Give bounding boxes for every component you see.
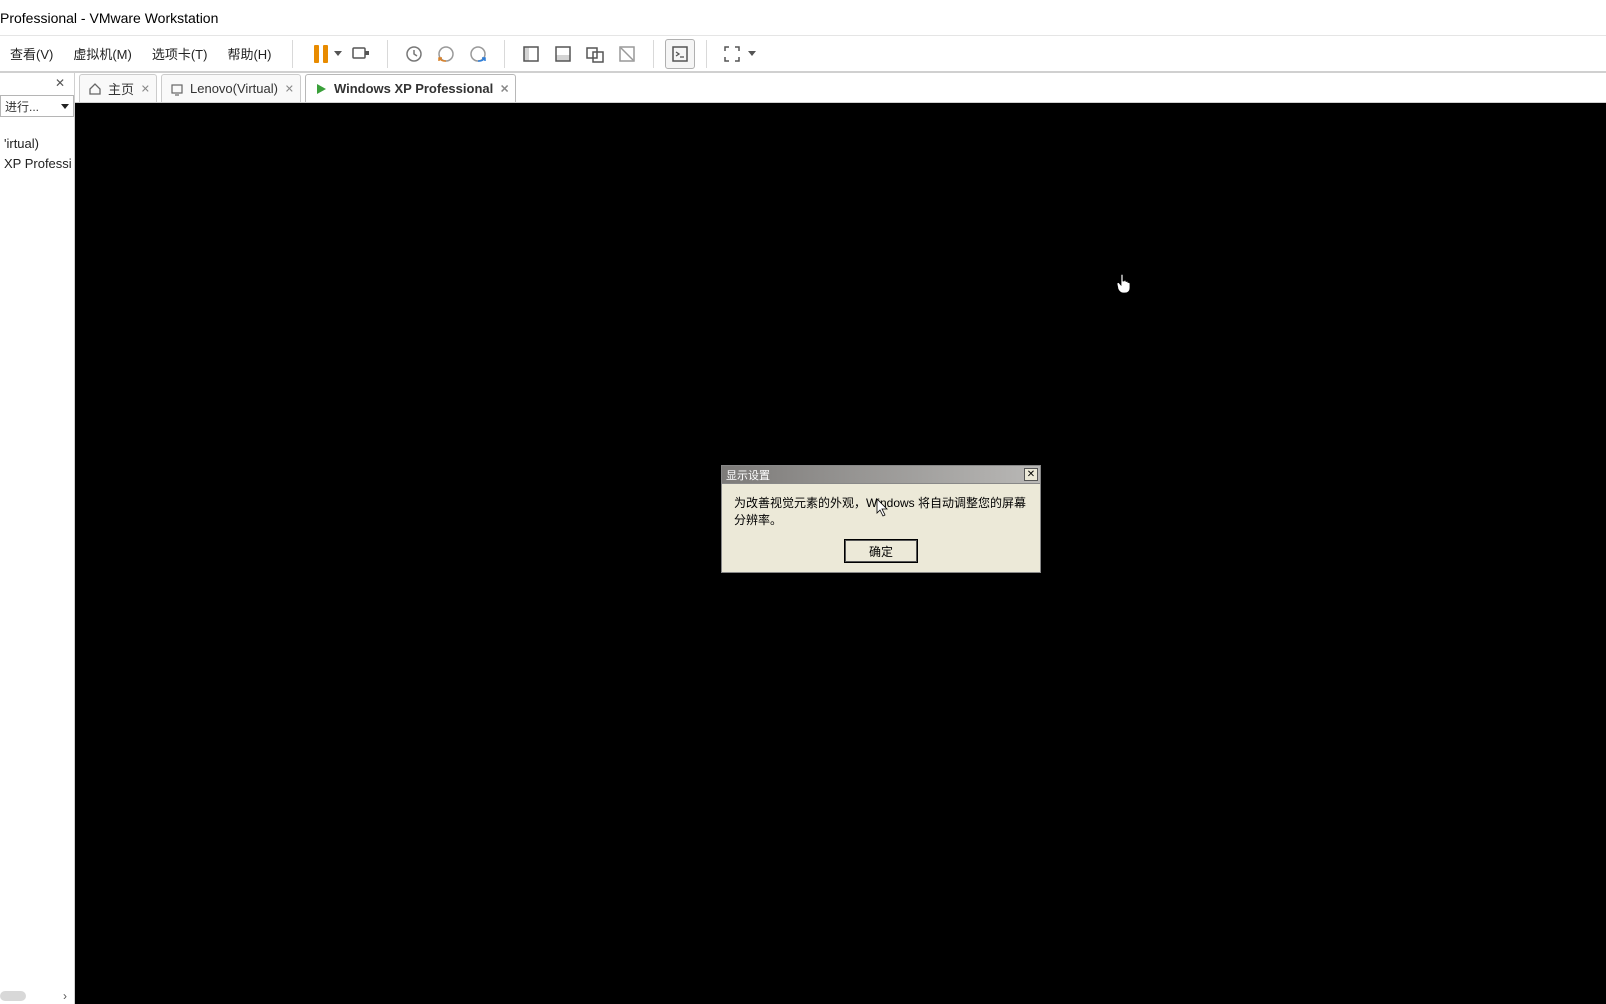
- view-quick-switch-button[interactable]: [612, 39, 642, 69]
- clock-icon: [404, 44, 424, 64]
- send-ctrl-alt-del-button[interactable]: [346, 39, 376, 69]
- window-title-bar: Professional - VMware Workstation: [0, 0, 1606, 36]
- fullscreen-button[interactable]: [718, 39, 760, 69]
- dialog-title-bar[interactable]: 显示设置 ✕: [722, 466, 1040, 484]
- dialog-button-row: 确定: [722, 534, 1040, 572]
- clock-back-icon: [436, 44, 456, 64]
- toolbar-separator: [706, 40, 707, 68]
- window-title: Professional - VMware Workstation: [0, 10, 218, 26]
- view-unity-button[interactable]: [580, 39, 610, 69]
- sidebar-search-input[interactable]: 进行...: [0, 95, 74, 117]
- tab-label: 主页: [108, 79, 134, 98]
- menu-help[interactable]: 帮助(H): [217, 36, 281, 71]
- console-icon: [670, 44, 690, 64]
- sidebar-search-placeholder: 进行...: [5, 98, 39, 115]
- ok-button[interactable]: 确定: [845, 540, 917, 562]
- pause-button[interactable]: [313, 39, 343, 69]
- scrollbar-thumb[interactable]: [0, 991, 26, 1001]
- ok-button-label: 确定: [869, 543, 893, 560]
- toolbar-separator: [653, 40, 654, 68]
- menu-label: 查看(V): [10, 44, 53, 63]
- menu-view[interactable]: 查看(V): [0, 36, 63, 71]
- vm-area: 主页 ✕ Lenovo(Virtual) ✕ Windows XP Profes…: [75, 73, 1606, 1004]
- sidebar-tree: 'irtual) XP Professi: [0, 133, 74, 173]
- usb-icon: [350, 44, 372, 64]
- vm-icon: [170, 82, 184, 96]
- scroll-right-icon[interactable]: ›: [58, 989, 72, 1003]
- menu-label: 选项卡(T): [152, 44, 208, 63]
- vm-screen[interactable]: 显示设置 ✕ 为改善视觉元素的外观，Windows 将自动调整您的屏幕分辨率。 …: [75, 103, 1606, 1004]
- tab-windows-xp[interactable]: Windows XP Professional ✕: [305, 74, 516, 102]
- tab-close-button[interactable]: ✕: [141, 82, 150, 95]
- menu-vm[interactable]: 虚拟机(M): [63, 36, 142, 71]
- sidebar: ✕ 进行... 'irtual) XP Professi ›: [0, 73, 75, 1004]
- fullscreen-icon: [722, 44, 742, 64]
- home-icon: [88, 82, 102, 96]
- tab-home[interactable]: 主页 ✕: [79, 74, 157, 102]
- view-single-button[interactable]: [516, 39, 546, 69]
- dialog-title: 显示设置: [726, 467, 770, 483]
- single-window-icon: [521, 44, 541, 64]
- clock-forward-icon: [468, 44, 488, 64]
- sidebar-item-label: XP Professi: [4, 156, 72, 171]
- tab-label: Windows XP Professional: [334, 81, 493, 96]
- thumbnail-icon: [553, 44, 573, 64]
- menu-label: 虚拟机(M): [73, 44, 132, 63]
- tab-close-button[interactable]: ✕: [500, 82, 509, 95]
- tabstrip: 主页 ✕ Lenovo(Virtual) ✕ Windows XP Profes…: [75, 73, 1606, 103]
- view-thumbnail-button[interactable]: [548, 39, 578, 69]
- play-icon: [314, 82, 328, 96]
- snapshot-revert-button[interactable]: [431, 39, 461, 69]
- sidebar-scrollbar[interactable]: ›: [0, 988, 74, 1004]
- close-icon: ✕: [1027, 470, 1035, 480]
- close-icon: ✕: [55, 76, 65, 90]
- dialog-close-button[interactable]: ✕: [1024, 468, 1038, 481]
- sidebar-item-label: 'irtual): [4, 136, 39, 151]
- toolbar-separator: [387, 40, 388, 68]
- menu-tabs[interactable]: 选项卡(T): [142, 36, 218, 71]
- chevron-down-icon: [334, 51, 342, 56]
- pause-icon: [314, 45, 328, 63]
- unity-icon: [585, 44, 605, 64]
- sidebar-item-vm1[interactable]: 'irtual): [0, 133, 74, 153]
- hand-cursor-icon: [1115, 273, 1131, 293]
- toolbar-separator: [292, 40, 293, 68]
- display-settings-dialog: 显示设置 ✕ 为改善视觉元素的外观，Windows 将自动调整您的屏幕分辨率。 …: [721, 465, 1041, 573]
- toolbar-separator: [504, 40, 505, 68]
- tab-lenovo-virtual[interactable]: Lenovo(Virtual) ✕: [161, 74, 301, 102]
- arrow-cursor-icon: [876, 498, 890, 518]
- main-body: ✕ 进行... 'irtual) XP Professi › 主页: [0, 72, 1606, 1004]
- chevron-down-icon: [61, 104, 69, 109]
- menu-toolbar: 查看(V) 虚拟机(M) 选项卡(T) 帮助(H): [0, 36, 1606, 72]
- snapshot-manage-button[interactable]: [463, 39, 493, 69]
- sidebar-close-button[interactable]: ✕: [52, 75, 68, 91]
- menu-label: 帮助(H): [227, 44, 271, 63]
- snapshot-take-button[interactable]: [399, 39, 429, 69]
- chevron-down-icon: [748, 51, 756, 56]
- quick-switch-icon: [617, 44, 637, 64]
- console-view-button[interactable]: [665, 39, 695, 69]
- tab-close-button[interactable]: ✕: [285, 82, 294, 95]
- sidebar-item-vm2[interactable]: XP Professi: [0, 153, 74, 173]
- tab-label: Lenovo(Virtual): [190, 81, 278, 96]
